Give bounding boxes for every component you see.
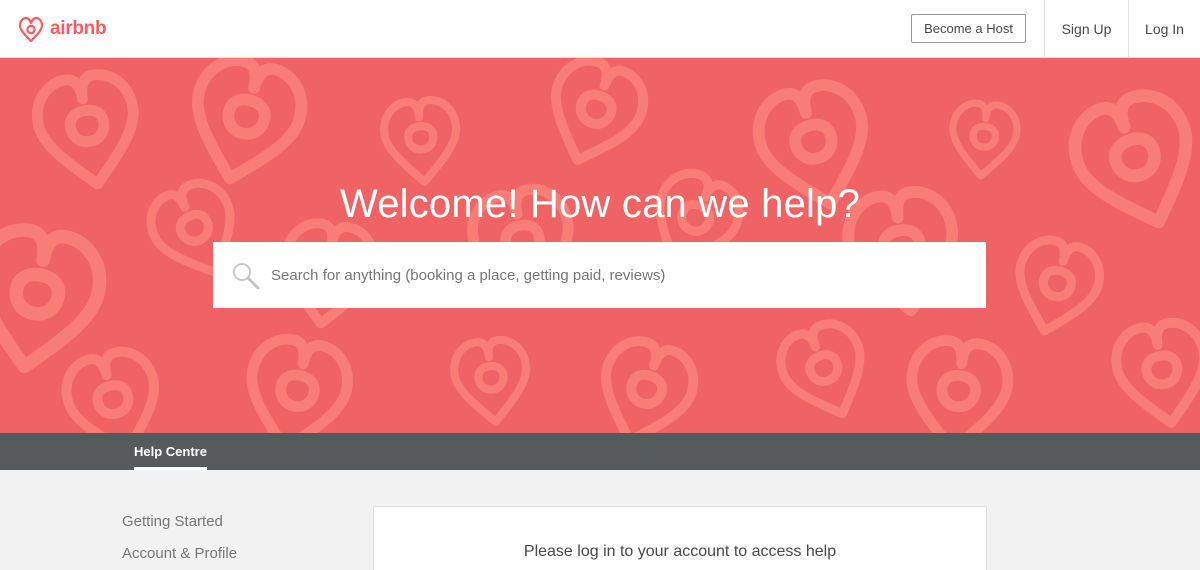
- login-prompt-title: Please log in to your account to access …: [523, 543, 837, 560]
- log-in-link[interactable]: Log In: [1128, 0, 1200, 57]
- sidebar-item-getting-started[interactable]: Getting Started: [122, 506, 237, 538]
- help-subnav-bar: Help Centre: [0, 433, 1200, 470]
- top-navigation-bar: airbnb Become a Host Sign Up Log In: [0, 0, 1200, 58]
- airbnb-logo[interactable]: airbnb: [18, 14, 107, 44]
- tab-help-centre[interactable]: Help Centre: [134, 433, 207, 470]
- help-search-input[interactable]: [271, 242, 971, 308]
- help-search-box: [213, 242, 986, 308]
- help-topics-sidebar: Getting Started Account & Profile: [122, 506, 237, 570]
- hero-title: Welcome! How can we help?: [339, 182, 861, 226]
- magnifier-icon: [233, 263, 260, 290]
- logo-wordmark: airbnb: [50, 18, 107, 39]
- become-a-host-button[interactable]: Become a Host: [911, 14, 1026, 43]
- login-prompt-card: Please log in to your account to access …: [373, 506, 987, 570]
- sidebar-item-account-profile[interactable]: Account & Profile: [122, 538, 237, 570]
- airbnb-belo-icon: [18, 16, 44, 43]
- sign-up-link[interactable]: Sign Up: [1044, 0, 1128, 57]
- hero-banner: Welcome! How can we help?: [0, 58, 1200, 433]
